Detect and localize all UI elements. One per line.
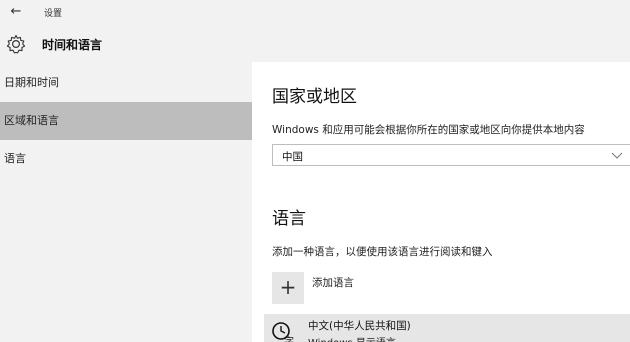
page-title: 时间和语言 bbox=[42, 38, 103, 52]
country-region-value: 中国 bbox=[282, 151, 303, 163]
language-icon: 字 bbox=[272, 322, 294, 342]
back-button[interactable]: ← bbox=[6, 3, 26, 21]
plus-icon: + bbox=[279, 275, 297, 299]
language-name: 中文(中华人民共和国) bbox=[308, 320, 411, 332]
sidebar-item-speech[interactable]: 语言 bbox=[0, 140, 252, 178]
gear-icon bbox=[6, 34, 26, 54]
sidebar-item-region-language[interactable]: 区域和语言 bbox=[0, 102, 252, 140]
svg-text:字: 字 bbox=[284, 335, 294, 342]
country-region-dropdown[interactable]: 中国 bbox=[272, 144, 630, 166]
back-arrow-icon: ← bbox=[10, 4, 22, 19]
sidebar: 日期和时间 区域和语言 语言 bbox=[0, 62, 252, 342]
page-header: 时间和语言 bbox=[0, 26, 630, 62]
region-section-title: 国家或地区 bbox=[272, 87, 357, 107]
add-language-button[interactable]: + 添加语言 bbox=[272, 272, 472, 306]
title-bar: ← 设置 bbox=[0, 0, 630, 26]
region-description: Windows 和应用可能会根据你所在的国家或地区向你提供本地内容 bbox=[272, 124, 585, 136]
language-list-item[interactable]: 字 中文(中华人民共和国) Windows 显示语言 bbox=[264, 314, 630, 342]
window-title: 设置 bbox=[44, 9, 63, 19]
sidebar-item-date-time[interactable]: 日期和时间 bbox=[0, 64, 252, 102]
chevron-down-icon bbox=[611, 152, 623, 159]
language-subtitle: Windows 显示语言 bbox=[308, 334, 396, 342]
language-description: 添加一种语言，以便使用该语言进行阅读和键入 bbox=[272, 246, 493, 258]
language-section-title: 语言 bbox=[272, 209, 306, 229]
add-language-label: 添加语言 bbox=[312, 277, 354, 289]
main-content: 国家或地区 Windows 和应用可能会根据你所在的国家或地区向你提供本地内容 … bbox=[252, 62, 630, 342]
add-language-tile: + bbox=[272, 272, 304, 304]
